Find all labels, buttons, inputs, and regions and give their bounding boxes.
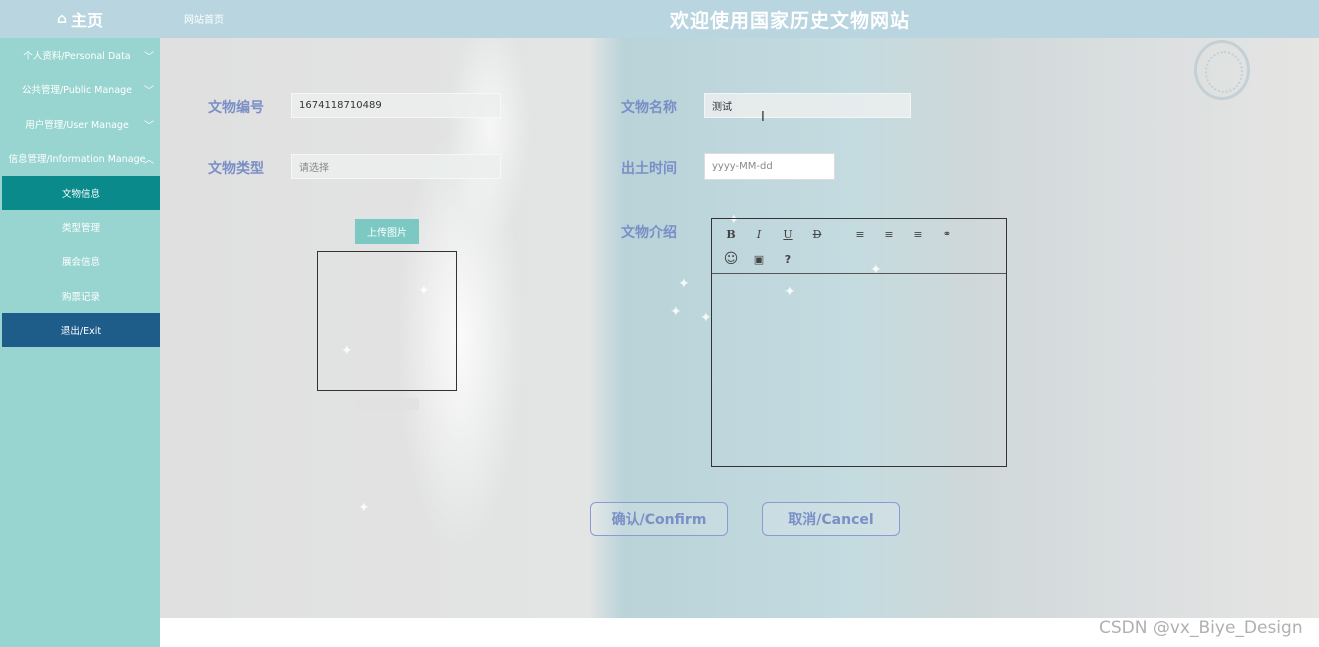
italic-icon[interactable]: I [750,225,768,243]
relic-type-label: 文物类型 [208,161,264,177]
align-right-icon[interactable]: ≡ [909,225,927,243]
page-title: 欢迎使用国家历史文物网站 [669,10,910,32]
sparkle-decoration: ✦ [700,310,712,326]
seal-logo [1194,40,1250,100]
chevron-up-icon: ︿ [144,155,154,166]
rich-text-editor[interactable]: B I U D ≡ ≡ ≡ ⚭ ☺ ▣ ? [711,218,1007,467]
breadcrumb[interactable]: 网站首页 [184,11,224,26]
bold-icon[interactable]: B [722,225,740,243]
link-icon[interactable]: ⚭ [938,225,956,243]
image-preview-box[interactable] [317,251,457,391]
align-left-icon[interactable]: ≡ [851,225,869,243]
chevron-down-icon: ﹀ [144,52,154,63]
chevron-down-icon: ﹀ [144,86,154,97]
sidebar-item-label: 信息管理/Information Manage [8,154,146,165]
underline-icon[interactable]: U [779,225,797,243]
excavation-date-label: 出土时间 [621,161,677,177]
watermark: CSDN @vx_Biye_Design [1099,618,1303,638]
home-link[interactable]: ⌂ 主页 [0,0,160,38]
relic-name-label: 文物名称 [621,100,677,116]
text-cursor-icon: I [761,110,765,125]
sparkle-decoration: ✦ [670,304,682,320]
excavation-date-input[interactable]: yyyy-MM-dd [704,153,835,180]
sparkle-decoration: ✦ [358,500,370,516]
sidebar-item-user-manage[interactable]: 用户管理/User Manage ﹀ [2,107,160,141]
sparkle-decoration: ✦ [678,276,690,292]
sidebar-item-label: 购票记录 [61,292,100,303]
home-label: 主页 [71,11,104,30]
home-icon: ⌂ [56,11,67,27]
relic-id-input[interactable]: 1674118710489 [291,93,501,118]
sidebar-item-label: 文物信息 [61,189,100,200]
relic-id-label: 文物编号 [208,100,264,116]
top-header: ⌂ 主页 网站首页 欢迎使用国家历史文物网站 [0,0,1319,38]
sidebar-item-personal-data[interactable]: 个人资料/Personal Data ﹀ [2,38,160,72]
sidebar-item-relic-info[interactable]: 文物信息 [2,176,160,210]
confirm-button[interactable]: 确认/Confirm [590,502,728,536]
cancel-button[interactable]: 取消/Cancel [762,502,900,536]
sidebar-item-label: 用户管理/User Manage [25,120,129,131]
sidebar-item-public-manage[interactable]: 公共管理/Public Manage ﹀ [2,72,160,106]
sidebar-item-exit[interactable]: 退出/Exit [2,313,160,347]
relic-intro-label: 文物介绍 [621,225,677,241]
strikethrough-icon[interactable]: D [808,225,826,243]
sidebar-item-label: 展会信息 [61,257,100,268]
upload-image-button[interactable]: 上传图片 [355,219,419,244]
sidebar-item-label: 个人资料/Personal Data [23,51,131,62]
relic-name-input[interactable]: 测试 [704,93,911,118]
sidebar-item-ticket-records[interactable]: 购票记录 [2,279,160,313]
sidebar-item-label: 公共管理/Public Manage [21,85,133,96]
image-caption-bar [355,398,419,410]
emoji-icon[interactable]: ☺ [722,250,740,268]
editor-toolbar: B I U D ≡ ≡ ≡ ⚭ ☺ ▣ ? [712,219,1006,274]
sidebar-item-label: 退出/Exit [60,326,102,337]
chevron-down-icon: ﹀ [144,121,154,132]
image-icon[interactable]: ▣ [750,250,768,268]
sidebar-item-information-manage[interactable]: 信息管理/Information Manage ︿ [2,141,160,175]
align-center-icon[interactable]: ≡ [880,225,898,243]
sidebar-item-type-manage[interactable]: 类型管理 [2,210,160,244]
help-icon[interactable]: ? [779,250,797,268]
sidebar-item-label: 类型管理 [61,223,100,234]
sidebar: 个人资料/Personal Data ﹀ 公共管理/Public Manage … [0,38,160,647]
relic-type-select[interactable]: 请选择 [291,154,501,179]
sidebar-item-exhibition-info[interactable]: 展会信息 [2,244,160,278]
